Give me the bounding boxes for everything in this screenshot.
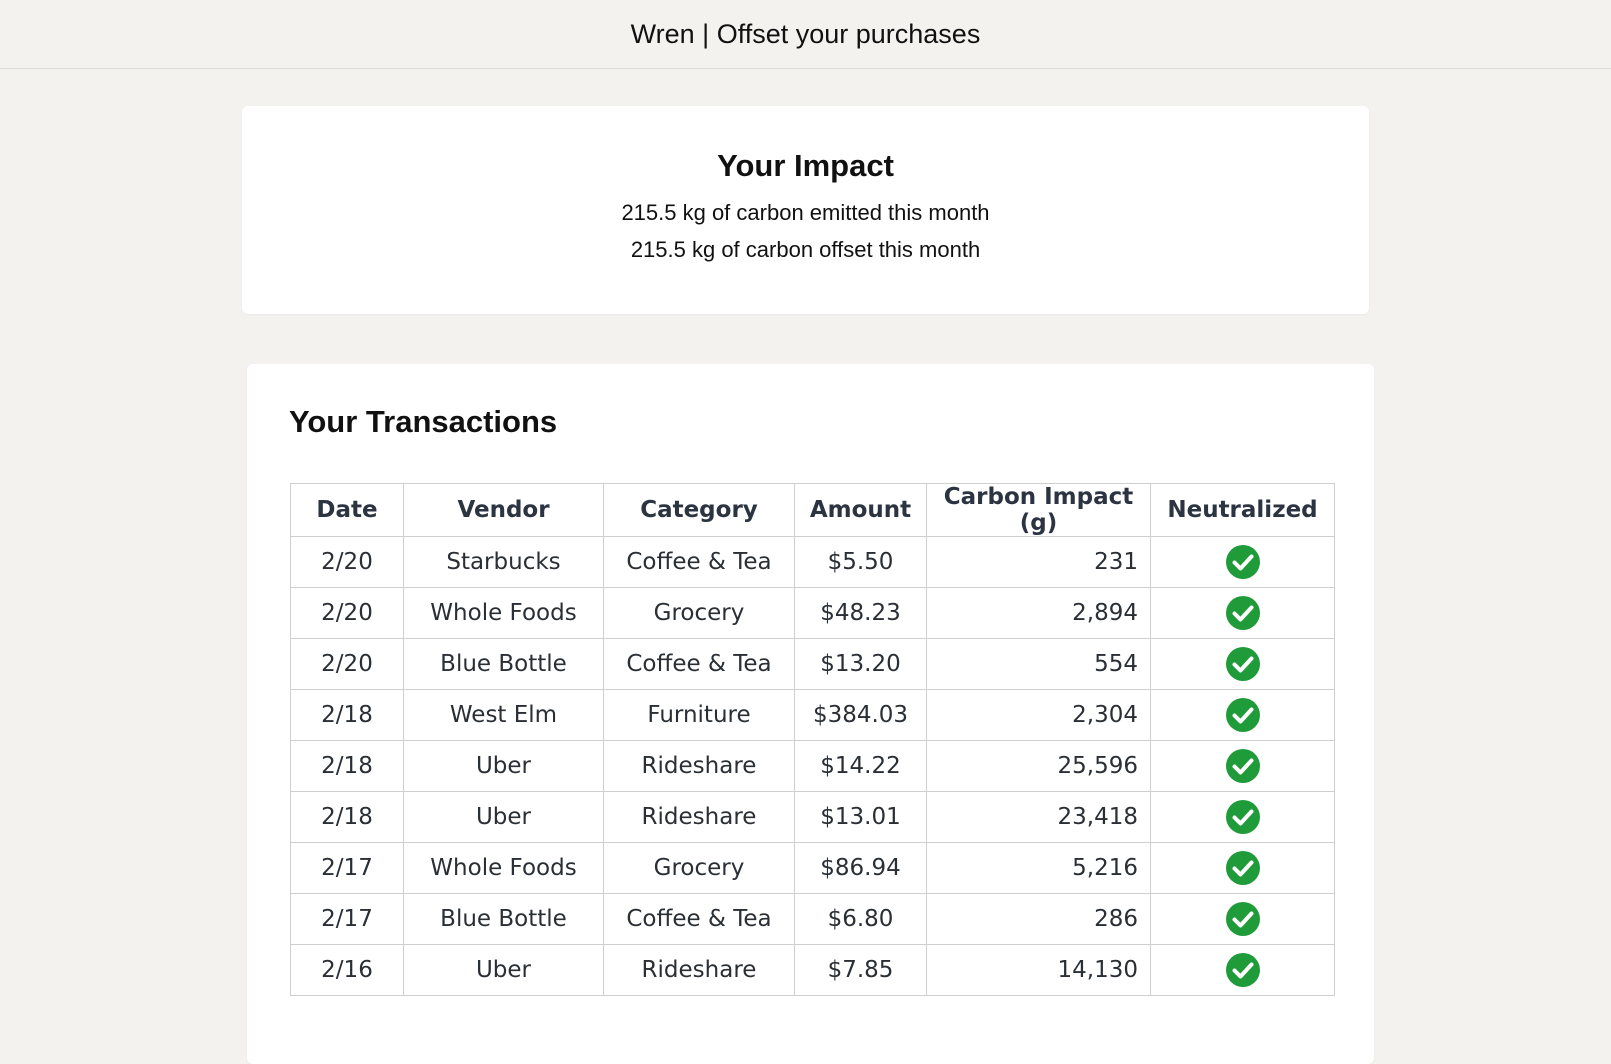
cell-neutralized: [1150, 587, 1335, 639]
cell-vendor: West Elm: [403, 689, 604, 741]
column-header-vendor: Vendor: [403, 483, 604, 537]
transactions-table-body: 2/20 Starbucks Coffee & Tea $5.50 231 2/20 Who…: [290, 536, 1335, 996]
cell-date: 2/17: [290, 893, 404, 945]
cell-vendor: Blue Bottle: [403, 638, 604, 690]
cell-date: 2/18: [290, 791, 404, 843]
cell-neutralized: [1150, 944, 1335, 996]
cell-amount: $86.94: [794, 842, 927, 894]
cell-amount: $6.80: [794, 893, 927, 945]
cell-amount: $13.01: [794, 791, 927, 843]
cell-category: Coffee & Tea: [603, 638, 795, 690]
cell-amount: $5.50: [794, 536, 927, 588]
cell-category: Coffee & Tea: [603, 893, 795, 945]
top-bar: Wren | Offset your purchases: [0, 0, 1611, 69]
table-row: 2/16 Uber Rideshare $7.85 14,130: [290, 944, 1335, 996]
check-circle-icon: [1225, 800, 1260, 834]
cell-date: 2/20: [290, 638, 404, 690]
cell-amount: $7.85: [794, 944, 927, 996]
cell-date: 2/18: [290, 740, 404, 792]
app-title: Wren | Offset your purchases: [630, 18, 981, 49]
column-header-neutralized: Neutralized: [1150, 483, 1335, 537]
column-header-date: Date: [290, 483, 404, 537]
cell-vendor: Whole Foods: [403, 587, 604, 639]
cell-carbon-impact: 554: [926, 638, 1151, 690]
cell-category: Grocery: [603, 842, 795, 894]
carbon-emitted-text: 215.5 kg of carbon emitted this month: [621, 200, 990, 226]
check-circle-icon: [1225, 596, 1260, 630]
cell-category: Furniture: [603, 689, 795, 741]
check-circle-icon: [1225, 749, 1260, 783]
transactions-card: Your Transactions Date Vendor Category A…: [247, 364, 1374, 1064]
cell-amount: $48.23: [794, 587, 927, 639]
cell-carbon-impact: 2,894: [926, 587, 1151, 639]
column-header-amount: Amount: [794, 483, 927, 537]
cell-amount: $13.20: [794, 638, 927, 690]
cell-neutralized: [1150, 689, 1335, 741]
table-row: 2/20 Blue Bottle Coffee & Tea $13.20 554: [290, 638, 1335, 690]
cell-neutralized: [1150, 638, 1335, 690]
cell-date: 2/17: [290, 842, 404, 894]
table-row: 2/18 West Elm Furniture $384.03 2,304: [290, 689, 1335, 741]
table-row: 2/20 Whole Foods Grocery $48.23 2,894: [290, 587, 1335, 639]
cell-date: 2/20: [290, 536, 404, 588]
cell-vendor: Whole Foods: [403, 842, 604, 894]
table-row: 2/17 Whole Foods Grocery $86.94 5,216: [290, 842, 1335, 894]
cell-carbon-impact: 25,596: [926, 740, 1151, 792]
cell-neutralized: [1150, 842, 1335, 894]
cell-carbon-impact: 5,216: [926, 842, 1151, 894]
cell-amount: $384.03: [794, 689, 927, 741]
cell-neutralized: [1150, 893, 1335, 945]
cell-neutralized: [1150, 791, 1335, 843]
cell-vendor: Starbucks: [403, 536, 604, 588]
cell-carbon-impact: 23,418: [926, 791, 1151, 843]
table-row: 2/18 Uber Rideshare $13.01 23,418: [290, 791, 1335, 843]
cell-date: 2/18: [290, 689, 404, 741]
cell-category: Rideshare: [603, 791, 795, 843]
table-row: 2/18 Uber Rideshare $14.22 25,596: [290, 740, 1335, 792]
impact-title: Your Impact: [717, 148, 894, 183]
check-circle-icon: [1225, 545, 1260, 579]
check-circle-icon: [1225, 647, 1260, 681]
cell-date: 2/16: [290, 944, 404, 996]
carbon-offset-text: 215.5 kg of carbon offset this month: [630, 237, 981, 263]
cell-carbon-impact: 14,130: [926, 944, 1151, 996]
column-header-carbon-impact: Carbon Impact (g): [926, 483, 1151, 537]
table-row: 2/17 Blue Bottle Coffee & Tea $6.80 286: [290, 893, 1335, 945]
column-header-category: Category: [603, 483, 795, 537]
check-circle-icon: [1225, 698, 1260, 732]
cell-vendor: Uber: [403, 944, 604, 996]
transactions-title: Your Transactions: [289, 404, 558, 439]
check-circle-icon: [1225, 953, 1260, 987]
cell-carbon-impact: 286: [926, 893, 1151, 945]
cell-vendor: Uber: [403, 740, 604, 792]
cell-category: Rideshare: [603, 944, 795, 996]
cell-neutralized: [1150, 536, 1335, 588]
check-circle-icon: [1225, 902, 1260, 936]
cell-neutralized: [1150, 740, 1335, 792]
transactions-table: Date Vendor Category Amount Carbon Impac…: [290, 483, 1335, 996]
cell-vendor: Uber: [403, 791, 604, 843]
cell-category: Grocery: [603, 587, 795, 639]
check-circle-icon: [1225, 851, 1260, 885]
table-header-row: Date Vendor Category Amount Carbon Impac…: [290, 483, 1335, 537]
impact-card: Your Impact 215.5 kg of carbon emitted t…: [242, 106, 1369, 314]
cell-category: Rideshare: [603, 740, 795, 792]
table-row: 2/20 Starbucks Coffee & Tea $5.50 231: [290, 536, 1335, 588]
cell-vendor: Blue Bottle: [403, 893, 604, 945]
cell-carbon-impact: 2,304: [926, 689, 1151, 741]
cell-amount: $14.22: [794, 740, 927, 792]
cell-date: 2/20: [290, 587, 404, 639]
cell-carbon-impact: 231: [926, 536, 1151, 588]
cell-category: Coffee & Tea: [603, 536, 795, 588]
